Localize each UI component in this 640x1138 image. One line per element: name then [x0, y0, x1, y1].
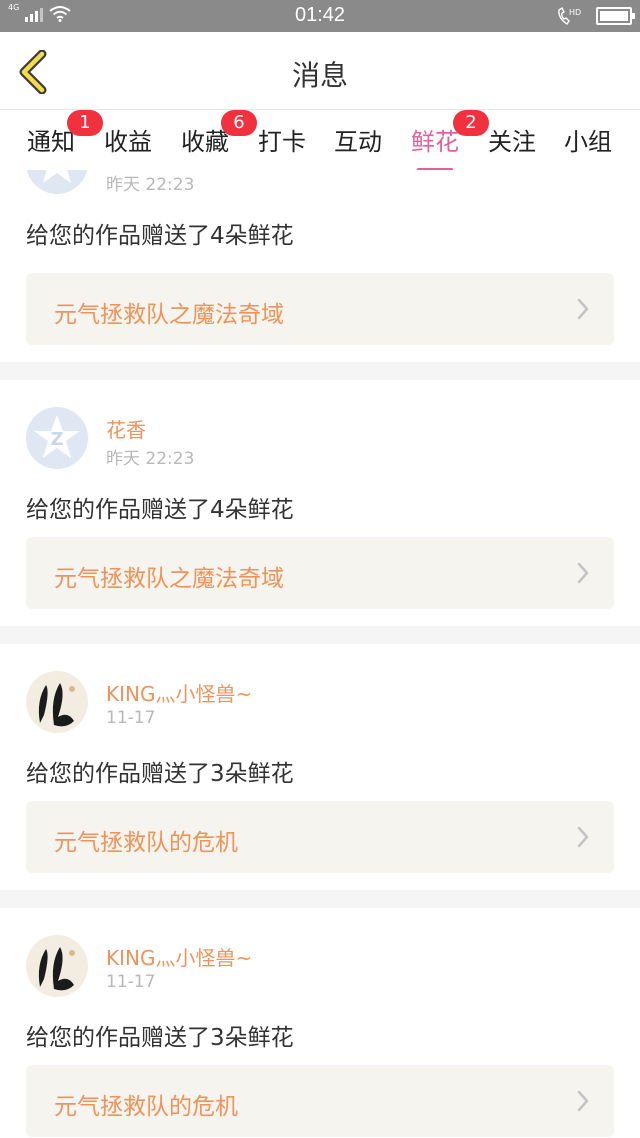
tab-groups[interactable]: 小组 — [558, 122, 618, 157]
work-link[interactable]: 元气拯救队之魔法奇域 — [26, 273, 614, 345]
hd-label: HD — [569, 8, 581, 17]
tab-follow[interactable]: 关注 — [482, 122, 542, 157]
header: 消息 — [0, 32, 640, 110]
work-title: 元气拯救队之魔法奇域 — [54, 566, 284, 592]
work-title: 元气拯救队的危机 — [54, 830, 238, 856]
work-title: 元气拯救队的危机 — [54, 1094, 238, 1120]
message-text: 给您的作品赠送了4朵鲜花 — [26, 497, 294, 523]
message-time: 11-17 — [106, 708, 156, 728]
default-avatar-icon[interactable]: Z — [26, 170, 88, 194]
username[interactable]: 花香 — [106, 414, 146, 443]
list-item: Z 花香 昨天 22:23 给您的作品赠送了4朵鲜花 元气拯救队之魔法奇域 — [0, 380, 640, 626]
list-item: KING灬小怪兽~ 11-17 给您的作品赠送了3朵鲜花 元气拯救队的危机 — [0, 644, 640, 890]
tab-label: 打卡 — [258, 128, 306, 156]
message-time: 11-17 — [106, 972, 156, 992]
tab-label: 鲜花 — [411, 128, 459, 156]
hd-call-icon: HD — [558, 6, 581, 25]
star-icon: Z — [34, 415, 80, 458]
photo-avatar-icon[interactable] — [26, 935, 88, 997]
tab-flowers[interactable]: 鲜花 2 — [405, 110, 489, 171]
tab-label: 互动 — [334, 128, 382, 156]
star-icon: Z — [43, 170, 71, 183]
status-right: HD — [556, 6, 635, 26]
tab-favorites[interactable]: 收藏 6 — [175, 110, 257, 157]
chevron-right-icon — [577, 562, 589, 584]
list-item: KING灬小怪兽~ 11-17 给您的作品赠送了3朵鲜花 元气拯救队的危机 — [0, 908, 640, 1138]
chevron-right-icon — [577, 298, 589, 320]
status-bar: 4G 01:42 HD — [0, 0, 640, 32]
message-text: 给您的作品赠送了3朵鲜花 — [26, 1025, 294, 1051]
photo-avatar-icon[interactable] — [26, 671, 88, 733]
tab-label: 关注 — [488, 128, 536, 156]
work-link[interactable]: 元气拯救队的危机 — [26, 1065, 614, 1137]
tab-label: 收益 — [104, 128, 152, 156]
default-avatar-icon[interactable]: Z — [26, 407, 88, 469]
username[interactable]: KING灬小怪兽~ — [106, 678, 252, 707]
tab-earnings[interactable]: 收益 — [98, 122, 158, 157]
work-link[interactable]: 元气拯救队之魔法奇域 — [26, 537, 614, 609]
message-text: 给您的作品赠送了3朵鲜花 — [26, 761, 294, 787]
tab-interaction[interactable]: 互动 — [328, 122, 388, 157]
page-title: 消息 — [291, 59, 348, 92]
tab-label: 小组 — [564, 128, 612, 156]
message-time: 昨天 22:23 — [106, 175, 195, 195]
tab-bar: 通知 1 收益 收藏 6 打卡 互动 鲜花 2 关注 小组 — [0, 110, 640, 171]
list-item: Z 昨天 22:23 给您的作品赠送了4朵鲜花 元气拯救队之魔法奇域 — [0, 170, 640, 362]
message-list[interactable]: Z 昨天 22:23 给您的作品赠送了4朵鲜花 元气拯救队之魔法奇域 Z 花香 … — [0, 170, 640, 1138]
tab-notifications[interactable]: 通知 1 — [21, 110, 103, 157]
brush-avatar-icon — [38, 947, 75, 991]
status-time: 01:42 — [294, 4, 346, 26]
svg-text:Z: Z — [50, 170, 63, 175]
chevron-right-icon — [577, 1090, 589, 1112]
work-title: 元气拯救队之魔法奇域 — [54, 302, 284, 328]
battery-icon — [596, 7, 635, 25]
message-text: 给您的作品赠送了4朵鲜花 — [26, 223, 294, 249]
svg-text:Z: Z — [50, 429, 63, 450]
username[interactable]: KING灬小怪兽~ — [106, 942, 252, 971]
tab-label: 通知 — [27, 128, 75, 156]
chevron-right-icon — [577, 826, 589, 848]
brush-avatar-icon — [38, 683, 75, 727]
tab-checkin[interactable]: 打卡 — [252, 122, 312, 157]
tab-label: 收藏 — [181, 128, 229, 156]
message-time: 昨天 22:23 — [106, 449, 195, 469]
work-link[interactable]: 元气拯救队的危机 — [26, 801, 614, 873]
